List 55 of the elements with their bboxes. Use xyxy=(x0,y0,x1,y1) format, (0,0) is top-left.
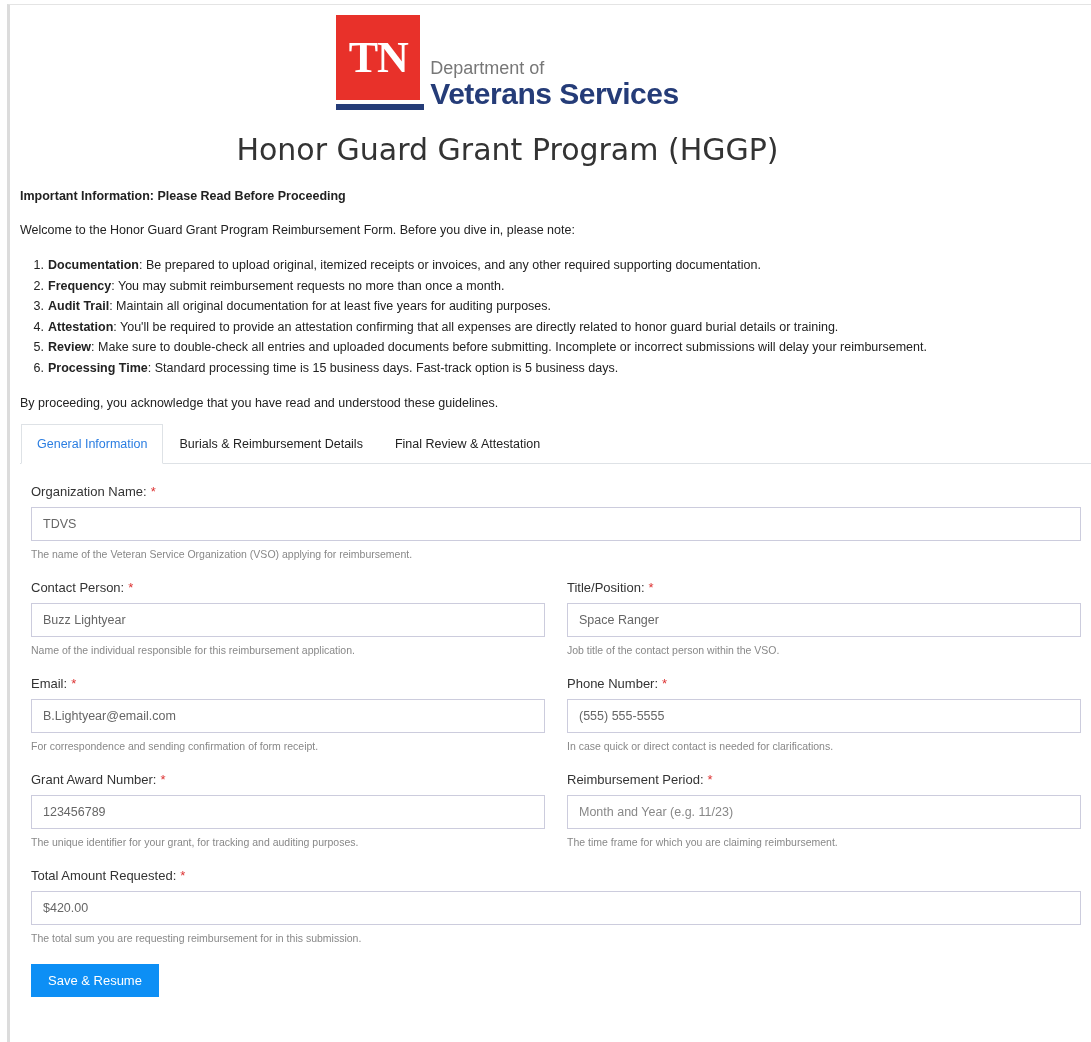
list-number: 3. xyxy=(32,298,45,315)
help-text: Name of the individual responsible for this reimbursement application. xyxy=(31,644,356,656)
help-text: Job title of the contact person within the VSO. xyxy=(567,644,781,656)
intro-text: Welcome to the Honor Guard Grant Program Reimbursement Form. Before you dive in, please note: xyxy=(20,223,576,237)
list-number: 1. xyxy=(32,257,45,274)
guideline-text: Audit Trail: Maintain all original documentation for at least five years for auditing purposes. xyxy=(48,298,553,315)
list-number: 5. xyxy=(32,339,45,356)
guideline-text: Processing Time: Standard processing time is 15 business days. Fast-track option is 5 business days. xyxy=(48,359,620,376)
input-field[interactable]: B.Lightyear@email.com xyxy=(31,699,545,733)
guideline-text: Frequency: You may submit reimbursement requests no more than once a month. xyxy=(48,277,506,294)
field-label: Email: xyxy=(31,676,68,691)
input-field[interactable]: 123456789 xyxy=(31,795,545,829)
notice-heading: Important Information: Please Read Before Proceeding xyxy=(20,189,347,203)
field-label: Organization Name: xyxy=(31,484,147,499)
closing-text: By proceeding, you acknowledge that you have read and understood these guidelines. xyxy=(20,396,500,410)
guideline-text: Documentation: Be prepared to upload original, itemized receipts or invoices, and any other required supporting documentation. xyxy=(48,257,762,274)
required-mark: * xyxy=(160,772,166,787)
guideline-text: Review: Make sure to double-check all entries and uploaded documents before submitting. Incomplete or incorrect submissions will delay your reimbursement. xyxy=(48,339,928,356)
tab[interactable]: General Information xyxy=(21,424,164,464)
help-text: The name of the Veteran Service Organization (VSO) applying for reimbursement. xyxy=(31,548,414,560)
input-field[interactable]: Space Ranger xyxy=(567,603,1081,637)
field-label: Total Amount Requested: xyxy=(31,868,177,883)
required-mark: * xyxy=(128,580,134,595)
list-number: 6. xyxy=(32,359,45,376)
help-text: For correspondence and sending confirmation of form receipt. xyxy=(31,740,320,752)
save-button[interactable]: Save & Resume xyxy=(31,964,159,997)
input-field[interactable]: (555) 555-5555 xyxy=(567,699,1081,733)
tab[interactable]: Burials & Reimbursement Details xyxy=(163,424,379,464)
list-number: 4. xyxy=(32,318,45,335)
field-label: Grant Award Number: xyxy=(31,772,157,787)
logo-subtitle: Department of xyxy=(430,58,546,78)
required-mark: * xyxy=(71,676,77,691)
required-mark: * xyxy=(707,772,713,787)
input-field[interactable]: TDVS xyxy=(31,507,1081,541)
list-number: 2. xyxy=(32,277,45,294)
guideline-text: Attestation: You'll be required to provide an attestation confirming that all expenses are directly related to honor guard burial details or training. xyxy=(48,318,840,335)
help-text: The unique identifier for your grant, for tracking and auditing purposes. xyxy=(31,836,360,848)
logo-letters: TN xyxy=(348,32,408,83)
required-mark: * xyxy=(662,676,668,691)
field-label: Reimbursement Period: xyxy=(567,772,704,787)
help-text: The time frame for which you are claiming reimbursement. xyxy=(567,836,839,848)
field-label: Title/Position: xyxy=(567,580,645,595)
field-label: Contact Person: xyxy=(31,580,125,595)
field-label: Phone Number: xyxy=(567,676,659,691)
required-mark: * xyxy=(648,580,654,595)
logo-title: Veterans Services xyxy=(430,78,679,110)
input-field[interactable]: $420.00 xyxy=(31,891,1081,925)
tab[interactable]: Final Review & Attestation xyxy=(378,424,557,464)
required-mark: * xyxy=(180,868,186,883)
help-text: In case quick or direct contact is needed for clarifications. xyxy=(567,740,835,752)
page-title: Honor Guard Grant Program (HGGP) xyxy=(235,132,780,167)
input-field[interactable]: Buzz Lightyear xyxy=(31,603,545,637)
input-field[interactable]: Month and Year (e.g. 11/23) xyxy=(567,795,1081,829)
required-mark: * xyxy=(150,484,156,499)
help-text: The total sum you are requesting reimbursement for in this submission. xyxy=(31,932,363,944)
